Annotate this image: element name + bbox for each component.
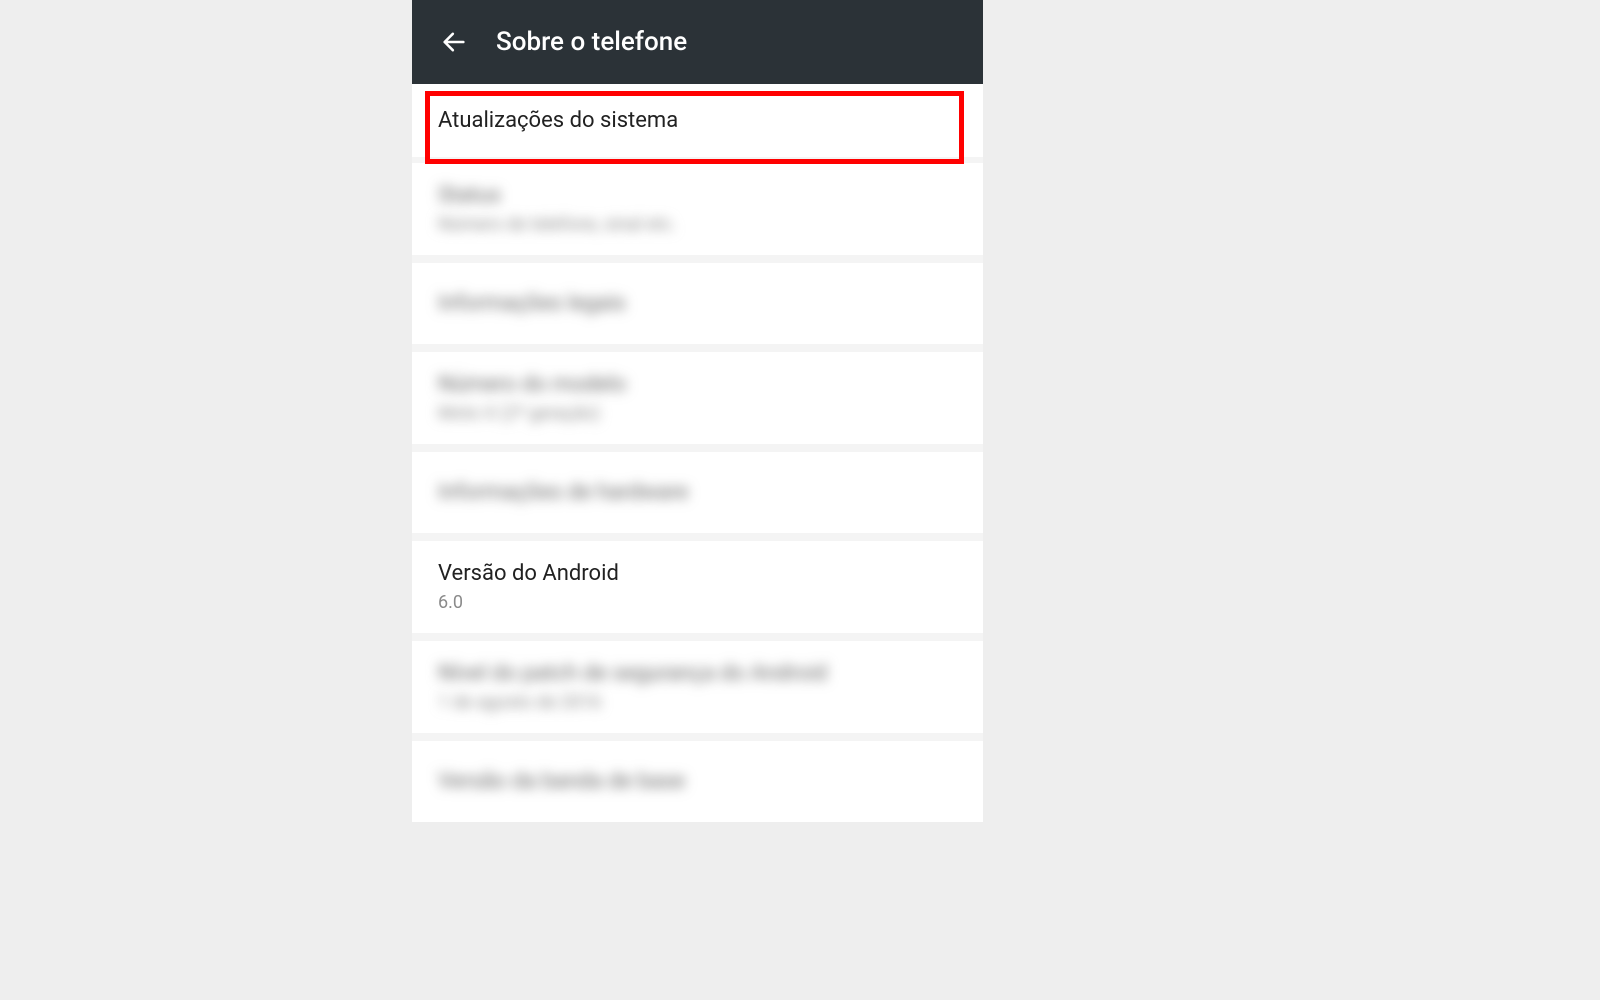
item-title: Nível do patch de segurança do Android (438, 661, 957, 686)
item-subtitle: 1 de agosto de 2016 (438, 692, 957, 713)
list-item-baseband-version[interactable]: Versão da banda de base (412, 741, 983, 822)
list-item-legal-info[interactable]: Informações legais (412, 263, 983, 344)
arrow-back-icon (440, 28, 468, 56)
item-title: Número do modelo (438, 372, 957, 397)
item-title: Versão da banda de base (438, 769, 957, 794)
list-item-android-version[interactable]: Versão do Android 6.0 (412, 541, 983, 633)
item-title: Status (438, 183, 957, 208)
list-item-model-number[interactable]: Número do modelo Moto X (2ª geração) (412, 352, 983, 444)
item-subtitle: Moto X (2ª geração) (438, 403, 957, 424)
list-item-security-patch[interactable]: Nível do patch de segurança do Android 1… (412, 641, 983, 733)
item-subtitle: Número de telefone, sinal etc. (438, 214, 957, 235)
list-item-status[interactable]: Status Número de telefone, sinal etc. (412, 163, 983, 255)
item-subtitle: 6.0 (438, 592, 957, 613)
item-title: Informações legais (438, 291, 957, 316)
list-item-hardware-info[interactable]: Informações de hardware (412, 452, 983, 533)
page-title: Sobre o telefone (496, 27, 687, 57)
back-button[interactable] (426, 14, 482, 70)
settings-list: Atualizações do sistema Status Número de… (412, 84, 983, 822)
item-title: Atualizações do sistema (438, 108, 957, 133)
app-bar: Sobre o telefone (412, 0, 983, 84)
item-title: Informações de hardware (438, 480, 957, 505)
list-item-system-updates[interactable]: Atualizações do sistema (412, 84, 983, 157)
phone-frame: Sobre o telefone Atualizações do sistema… (412, 0, 983, 822)
item-title: Versão do Android (438, 561, 957, 586)
